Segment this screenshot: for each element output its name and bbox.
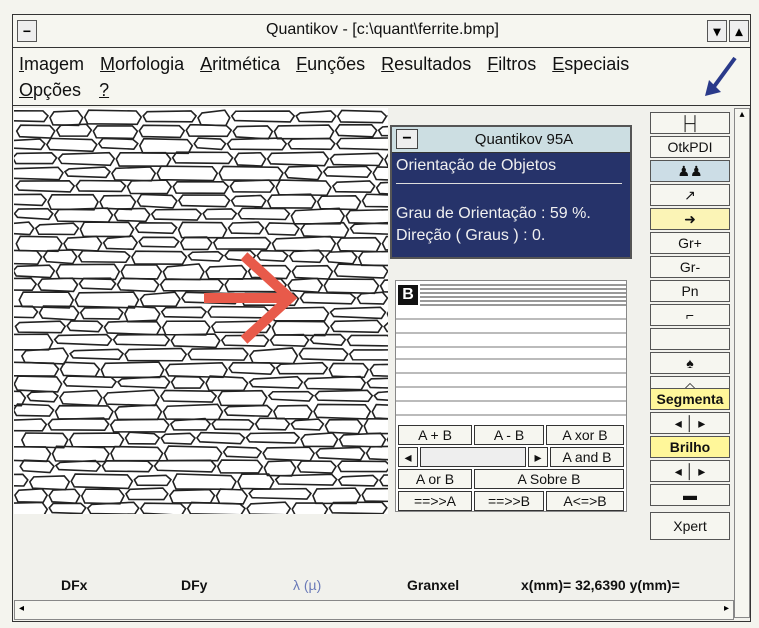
menu-main-3[interactable]: Funções <box>296 54 365 75</box>
status-bar: DFx DFy λ (µ) Granxel x(mm)= 32,6390 y(m… <box>13 565 733 605</box>
menu-main-2[interactable]: Aritmética <box>200 54 280 75</box>
otkpdi-button[interactable]: OtkPDI <box>650 136 730 158</box>
dialog-menu-icon[interactable]: − <box>396 129 418 149</box>
brightness-slider[interactable]: ◂ │ ▸ <box>650 460 730 482</box>
ferrite-image <box>14 108 388 514</box>
gr-plus-label: Gr+ <box>678 235 702 251</box>
a-or-b-button[interactable]: A or B <box>398 469 472 489</box>
vertical-scrollbar[interactable]: ▴ <box>734 108 750 618</box>
status-lambda: λ (µ) <box>293 577 322 593</box>
window-title: Quantikov - [c:\quant\ferrite.bmp] <box>266 21 499 38</box>
menu-second-0[interactable]: Opções <box>19 80 81 101</box>
step-tool-icon[interactable]: ⌐ <box>650 304 730 326</box>
maximize-icon[interactable]: ▴ <box>729 20 749 42</box>
b-label: B <box>398 285 418 305</box>
ferrite-grain-image <box>14 108 388 514</box>
status-coordinates: x(mm)= 32,6390 y(mm)= <box>521 577 680 593</box>
stripe-graphic <box>420 284 626 306</box>
pn-label: Pn <box>681 283 699 299</box>
orientation-direction: Direção ( Graus ) : 0. <box>396 227 546 244</box>
pointer-arrow-icon <box>705 56 737 96</box>
scroll-up-icon[interactable]: ▴ <box>735 109 749 120</box>
line-tool-icon[interactable]: ↗ <box>650 184 730 206</box>
menu-main-0[interactable]: Imagem <box>19 54 84 75</box>
status-dfy: DFy <box>181 577 208 593</box>
measure-tool-button[interactable]: ├┤ <box>650 112 730 134</box>
title-bar: − Quantikov - [c:\quant\ferrite.bmp] ▾ ▴ <box>12 14 751 48</box>
dialog-divider <box>396 183 622 184</box>
menu-main-6[interactable]: Especiais <box>552 54 629 75</box>
status-dfx: DFx <box>61 577 88 593</box>
arrow-tool-icon[interactable]: ➜ <box>650 208 730 230</box>
histogram-lines <box>396 318 626 416</box>
horizontal-scrollbar[interactable]: ◂ ▸ <box>14 600 734 620</box>
orientation-dialog: − Quantikov 95A Orientação de Objetos Gr… <box>390 125 632 259</box>
menu-second-1[interactable]: ? <box>99 80 109 101</box>
menu-main-4[interactable]: Resultados <box>381 54 471 75</box>
arithmetic-panel: B A + B A - B A xor B ◂ ▸ A and B A or B… <box>395 280 627 512</box>
objects-icon[interactable]: ♟♟ <box>650 160 730 182</box>
orientation-degree: Grau de Orientação : 59 %. <box>396 205 591 222</box>
a-sobre-b-button[interactable]: A Sobre B <box>474 469 624 489</box>
status-granxel: Granxel <box>407 577 460 593</box>
xpert-button[interactable]: Xpert <box>650 512 730 540</box>
gr-plus-button[interactable]: Gr+ <box>650 232 730 254</box>
scroll-right-icon[interactable]: ▸ <box>528 447 548 467</box>
scroll-left-icon[interactable]: ◂ <box>398 447 418 467</box>
scroll-right-arrow-icon[interactable]: ▸ <box>724 603 729 614</box>
copy-to-b-button[interactable]: ==>>B <box>474 491 544 511</box>
a-xor-b-button[interactable]: A xor B <box>546 425 624 445</box>
segmenta-button[interactable]: Segmenta <box>650 388 730 410</box>
toggle-icon[interactable]: ▬ <box>650 484 730 506</box>
swap-a-b-button[interactable]: A<=>B <box>546 491 624 511</box>
a-plus-b-button[interactable]: A + B <box>398 425 472 445</box>
dialog-heading: Orientação de Objetos <box>396 157 557 174</box>
menu-main-1[interactable]: Morfologia <box>100 54 184 75</box>
dialog-title: Quantikov 95A <box>474 131 574 148</box>
copy-to-a-button[interactable]: ==>>A <box>398 491 472 511</box>
a-minus-b-button[interactable]: A - B <box>474 425 544 445</box>
a-and-b-button[interactable]: A and B <box>550 447 624 467</box>
menu-main-5[interactable]: Filtros <box>487 54 536 75</box>
brilho-button[interactable]: Brilho <box>650 436 730 458</box>
scroll-left-arrow-icon[interactable]: ◂ <box>19 603 24 614</box>
dialog-title-bar: − Quantikov 95A <box>392 127 630 153</box>
segment-slider[interactable]: ◂ │ ▸ <box>650 412 730 434</box>
paint-bucket-icon[interactable]: ♠ <box>650 352 730 374</box>
pn-button[interactable]: Pn <box>650 280 730 302</box>
minimize-icon[interactable]: ▾ <box>707 20 727 42</box>
gr-minus-label: Gr- <box>679 259 701 275</box>
blank-tool-button[interactable] <box>650 328 730 350</box>
menu-bar: Imagem Morfologia Aritmética Funções Resulta… <box>13 48 750 106</box>
operation-scroll[interactable] <box>420 447 526 467</box>
gr-minus-button[interactable]: Gr- <box>650 256 730 278</box>
